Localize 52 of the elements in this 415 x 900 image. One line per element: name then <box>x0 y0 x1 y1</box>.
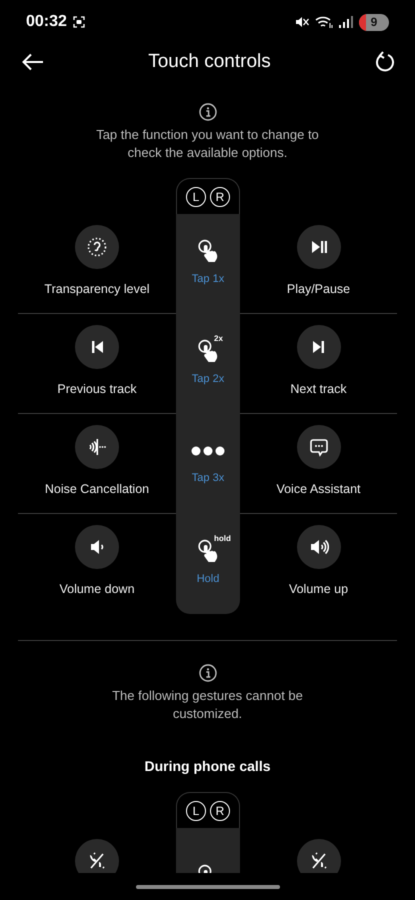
earbud-badge: L <box>186 800 206 820</box>
gesture-count-label: 2x <box>214 334 223 343</box>
speaker-loud-icon <box>308 537 328 557</box>
function-button[interactable] <box>296 225 340 269</box>
function-button[interactable] <box>75 225 119 269</box>
gesture-label: Hold <box>196 573 220 585</box>
function-button[interactable] <box>75 839 119 873</box>
three-dots-icon <box>191 446 225 456</box>
function-button[interactable] <box>75 425 119 469</box>
function-button[interactable] <box>296 839 340 873</box>
back-button[interactable] <box>20 51 46 73</box>
reset-icon <box>374 51 395 73</box>
function-label: Noise Cancellation <box>44 482 150 496</box>
battery-indicator: 9 <box>359 14 389 30</box>
tap-hand-icon <box>197 239 219 263</box>
clock-time: 00:32 <box>26 13 67 31</box>
info-text: Tap the function you want to change to check the available options. <box>95 126 320 162</box>
function-label: Volume up <box>288 582 348 596</box>
function-label: Transparency level <box>44 282 150 296</box>
gesture-label: Tap 3x <box>192 472 224 484</box>
tap-hand-icon <box>197 339 219 363</box>
gesture-label: Tap 1x <box>192 273 224 285</box>
info-icon <box>198 664 216 682</box>
info-icon <box>198 103 216 121</box>
function-label: Voice Assistant <box>276 482 361 496</box>
earbud-badge: R <box>210 186 230 206</box>
mute-icon <box>295 15 309 29</box>
function-button[interactable] <box>296 325 340 369</box>
signal-icon <box>339 16 353 28</box>
earbud-badge: R <box>210 800 230 820</box>
gesture-label: Tap 2x <box>192 373 224 385</box>
speech-bubble-icon <box>308 437 328 457</box>
wifi-icon <box>315 15 333 29</box>
screenshot-icon <box>72 16 85 28</box>
earbud-badge: L <box>186 186 206 206</box>
home-indicator[interactable] <box>136 884 280 888</box>
function-label: Volume down <box>59 582 135 596</box>
ear-icon <box>87 237 107 257</box>
section-heading: During phone calls <box>144 757 270 775</box>
noise-cancellation-icon <box>87 437 107 457</box>
function-label: Play/Pause <box>286 282 350 296</box>
info-text: The following gestures cannot be customized. <box>111 687 304 723</box>
phone-mute-icon <box>87 851 107 871</box>
function-label: Next track <box>290 382 347 396</box>
function-button[interactable] <box>75 325 119 369</box>
screen-title: Touch controls <box>148 51 271 73</box>
function-button[interactable] <box>296 425 340 469</box>
back-arrow-icon <box>22 53 44 71</box>
gesture-count-label: hold <box>214 534 231 543</box>
function-button[interactable] <box>75 525 119 569</box>
function-button[interactable] <box>296 525 340 569</box>
function-label: Previous track <box>57 382 137 396</box>
